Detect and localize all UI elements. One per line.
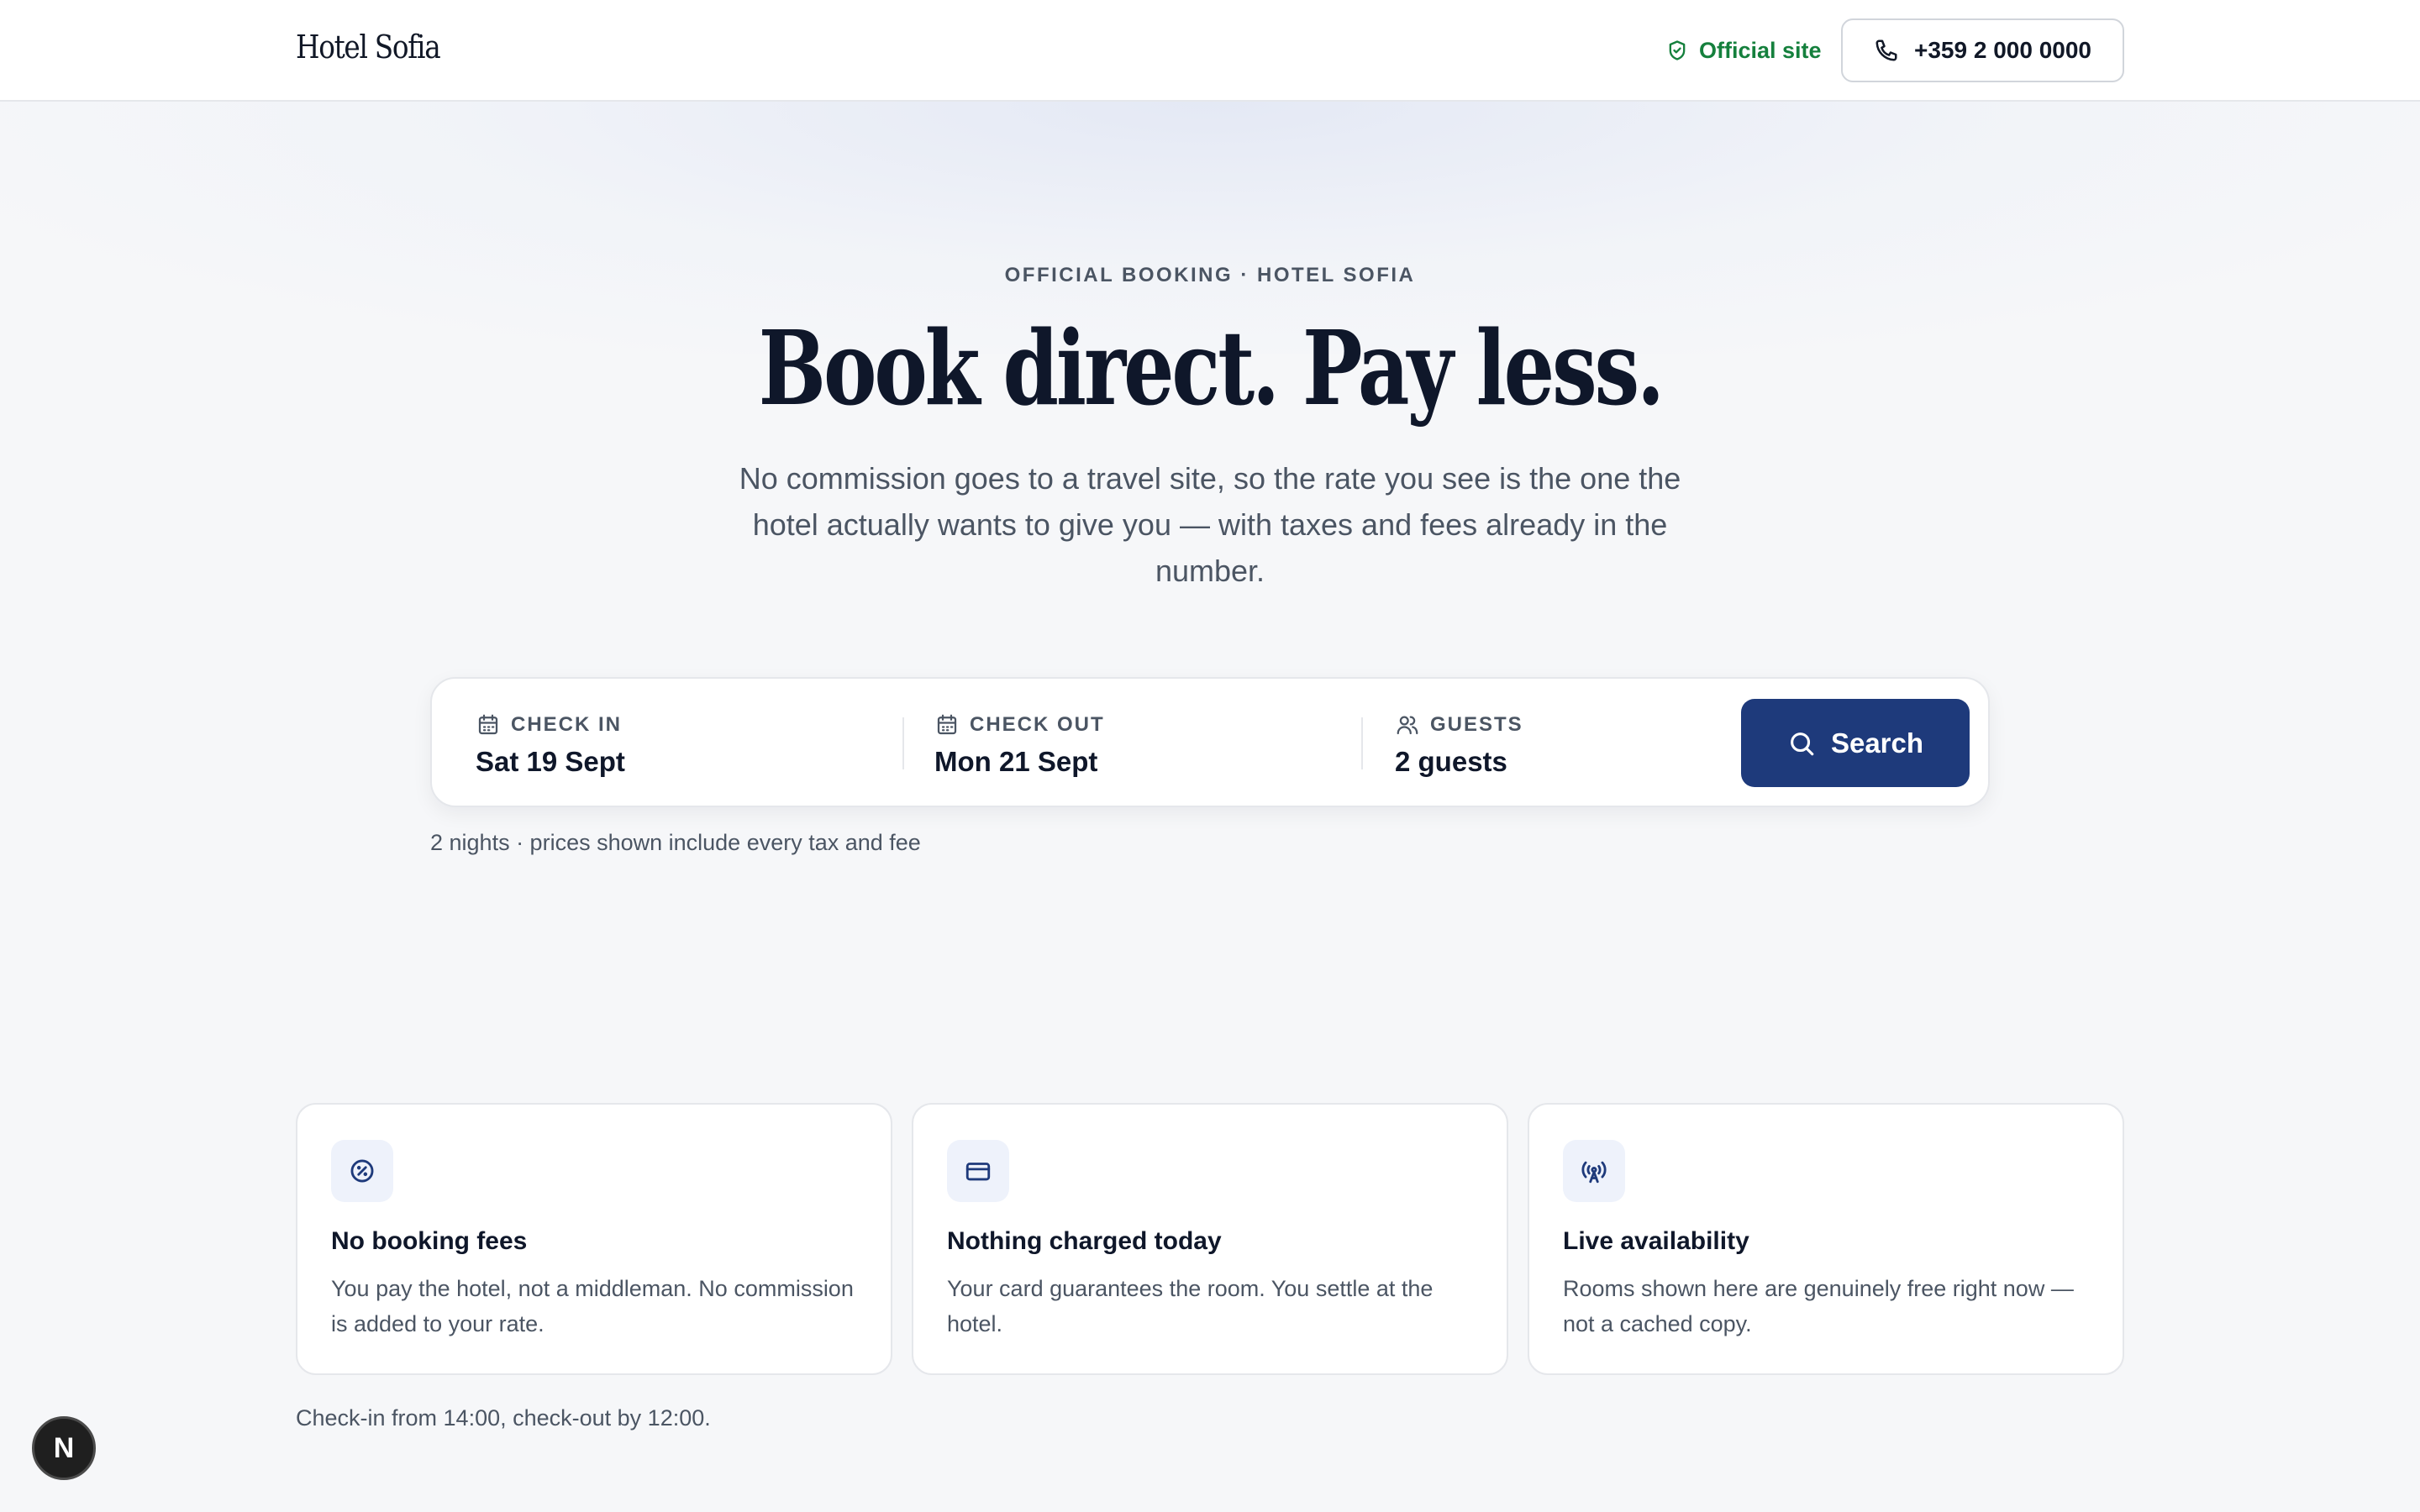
page-title-text: Book direct. Pay less.: [758, 307, 1664, 428]
search-button-label: Search: [1830, 727, 1924, 759]
calendar-icon: [937, 714, 957, 735]
phone-call-button[interactable]: +359 2 000 0000: [1841, 18, 2124, 82]
official-site-badge: Official site: [1665, 34, 1822, 67]
check-out-label: CHECK OUT: [970, 713, 1105, 736]
site-header: Hotel Sofia Official site +359 2 000 000…: [0, 0, 2420, 102]
official-site-label: Official site: [1699, 37, 1822, 63]
dev-tools-badge[interactable]: N: [32, 1416, 96, 1480]
phone-icon: [1876, 39, 1897, 61]
feature-title: Live availability: [1563, 1227, 1749, 1255]
card-icon-box: [1563, 1140, 1625, 1202]
feature-description: Rooms shown here are genuinely free righ…: [1563, 1276, 2074, 1336]
feature-title: Nothing charged today: [947, 1227, 1222, 1255]
booking-search-bar: CHECK IN Sat 19 Sept CHECK OUT Mon 21 Se…: [430, 677, 1990, 807]
search-button[interactable]: Search: [1741, 699, 1970, 787]
feature-card-no-fees: No booking fees You pay the hotel, not a…: [296, 1103, 892, 1375]
checkin-times-note: Check-in from 14:00, check-out by 12:00.: [296, 1405, 711, 1431]
feature-title: No booking fees: [331, 1227, 528, 1255]
feature-card-live-availability: Live availability Rooms shown here are g…: [1528, 1103, 2124, 1375]
hotel-logo[interactable]: Hotel Sofia: [296, 29, 441, 66]
feature-description: You pay the hotel, not a middleman. No c…: [331, 1276, 854, 1336]
search-note: 2 nights · prices shown include every ta…: [430, 830, 921, 855]
hero-subtitle: No commission goes to a travel site, so …: [739, 461, 1681, 588]
credit-card-icon: [965, 1163, 991, 1181]
calendar-icon: [478, 714, 498, 735]
card-icon-box: [947, 1140, 1009, 1202]
badge-percent-icon: [350, 1159, 374, 1183]
guests-field[interactable]: GUESTS 2 guests: [1395, 712, 1523, 778]
field-divider: [1361, 717, 1363, 769]
check-in-label: CHECK IN: [511, 713, 623, 736]
page-title: Book direct. Pay less.: [0, 309, 2420, 427]
check-in-field[interactable]: CHECK IN Sat 19 Sept: [476, 712, 625, 778]
guests-label: GUESTS: [1430, 713, 1523, 736]
guests-value: 2 guests: [1395, 746, 1507, 777]
card-icon-box: [331, 1140, 393, 1202]
radio-tower-icon: [1581, 1161, 1607, 1184]
search-icon: [1791, 732, 1814, 755]
feature-card-nothing-charged: Nothing charged today Your card guarante…: [912, 1103, 1508, 1375]
check-out-value: Mon 21 Sept: [934, 746, 1098, 777]
check-out-field[interactable]: CHECK OUT Mon 21 Sept: [934, 712, 1105, 778]
hero-eyebrow: OFFICIAL BOOKING · HOTEL SOFIA: [1004, 264, 1416, 286]
feature-description: Your card guarantees the room. You settl…: [947, 1276, 1434, 1336]
shield-check-icon: [1669, 40, 1686, 60]
users-icon: [1397, 716, 1418, 735]
phone-number: +359 2 000 0000: [1914, 37, 2091, 63]
check-in-value: Sat 19 Sept: [476, 746, 625, 777]
field-divider: [902, 717, 904, 769]
